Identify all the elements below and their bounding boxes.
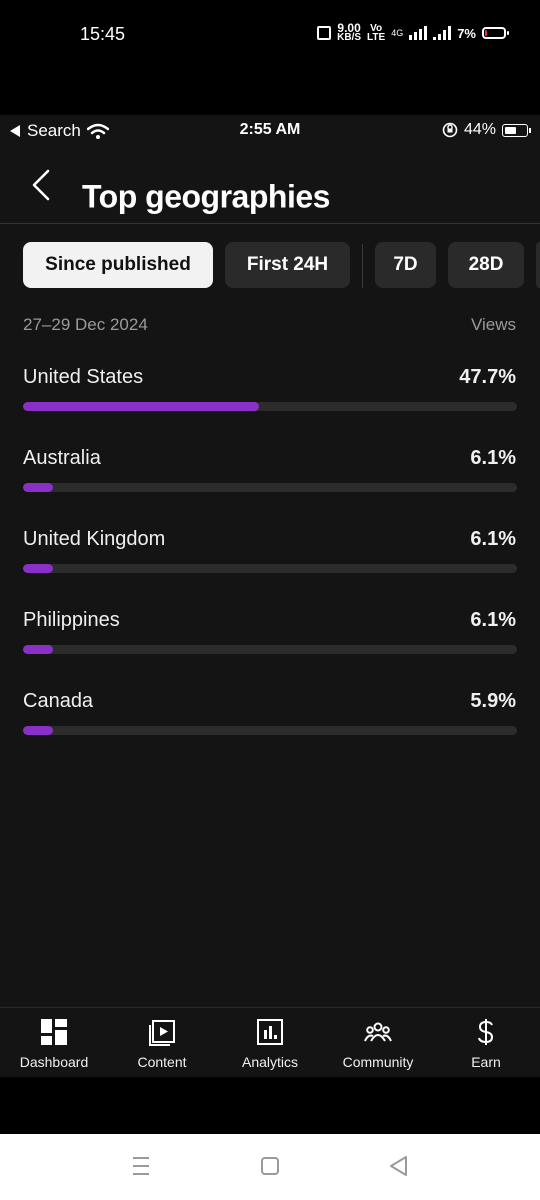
back-button[interactable] <box>28 165 58 205</box>
analytics-icon <box>257 1019 283 1045</box>
list-meta: 27–29 Dec 2024 Views <box>0 304 540 346</box>
page-header: Top geographies <box>0 145 540 224</box>
network-speed: 9.00 KB/S <box>337 22 362 43</box>
nav-earn[interactable]: Earn <box>432 1008 540 1077</box>
tab-divider <box>362 244 363 288</box>
network-speed-unit: KB/S <box>337 32 362 43</box>
country-percent: 6.1% <box>470 609 516 631</box>
country-percent: 5.9% <box>470 690 516 712</box>
country-name: United States <box>23 366 144 388</box>
content-icon <box>149 1020 175 1046</box>
nav-label: Earn <box>471 1054 501 1070</box>
orientation-lock-icon <box>442 122 458 138</box>
country-name: Australia <box>23 447 101 469</box>
system-nav-bar <box>0 1134 540 1200</box>
nav-label: Community <box>342 1054 414 1070</box>
country-name: United Kingdom <box>23 528 166 550</box>
page-title: Top geographies <box>82 178 330 215</box>
nav-label: Content <box>137 1054 187 1070</box>
country-percent: 6.1% <box>470 447 516 469</box>
recent-apps-icon[interactable] <box>131 1154 151 1178</box>
android-battery-percent: 7% <box>457 25 476 41</box>
battery-icon <box>482 27 509 39</box>
geo-row-australia: Australia 6.1% <box>0 427 540 508</box>
android-status-bar: 15:45 9.00 KB/S Vo LTE 4G 7% <box>0 0 540 115</box>
nav-community[interactable]: Community <box>324 1008 432 1077</box>
time-range-tabs: Since published First 24H 7D 28D <box>0 224 540 304</box>
nav-content[interactable]: Content <box>108 1008 216 1077</box>
app-screen: Search 2:55 AM 44% Top geographies Since… <box>0 115 540 1075</box>
percent-track <box>23 402 517 411</box>
geo-row-united-kingdom: United Kingdom 6.1% <box>0 508 540 589</box>
percent-bar <box>23 726 53 735</box>
ios-status-icons: 44% <box>442 121 531 139</box>
signal-icon <box>409 26 428 40</box>
country-name: Canada <box>23 690 94 712</box>
back-nav-icon[interactable] <box>388 1154 410 1178</box>
tab-28d[interactable]: 28D <box>448 242 524 288</box>
nav-analytics[interactable]: Analytics <box>216 1008 324 1077</box>
percent-bar <box>23 402 259 411</box>
percent-bar <box>23 483 54 492</box>
tab-since-published[interactable]: Since published <box>23 242 213 288</box>
geo-row-philippines: Philippines 6.1% <box>0 589 540 670</box>
android-status-icons: 9.00 KB/S Vo LTE 4G 7% <box>317 22 509 43</box>
android-clock: 15:45 <box>80 24 126 44</box>
ios-battery-icon <box>502 123 531 137</box>
country-name: Philippines <box>23 609 120 631</box>
ios-battery-percent: 44% <box>463 121 496 138</box>
ios-status-bar: Search 2:55 AM 44% <box>0 115 540 145</box>
nav-label: Dashboard <box>19 1054 89 1070</box>
geography-list: United States 47.7% Australia 6.1% Unite… <box>0 346 540 751</box>
home-icon[interactable] <box>260 1154 280 1178</box>
signal-icon-2 <box>433 26 452 40</box>
nav-dashboard[interactable]: Dashboard <box>0 1008 108 1077</box>
volte-indicator: Vo LTE <box>367 24 386 43</box>
metric-label: Views <box>470 315 516 334</box>
community-icon <box>364 1022 392 1042</box>
chevron-left-icon <box>32 169 50 201</box>
percent-bar <box>23 564 54 573</box>
tab-overflow[interactable] <box>536 242 540 288</box>
volte-bottom-label: LTE <box>367 32 386 43</box>
network-type-label: 4G <box>391 28 404 38</box>
percent-track <box>23 726 517 735</box>
percent-track <box>23 645 517 654</box>
country-percent: 6.1% <box>470 528 516 550</box>
vibrate-icon <box>317 26 332 40</box>
tab-first-24h[interactable]: First 24H <box>225 242 350 288</box>
earn-icon <box>478 1019 494 1045</box>
nav-label: Analytics <box>241 1054 299 1070</box>
country-percent: 47.7% <box>459 366 516 388</box>
percent-bar <box>23 645 54 654</box>
date-range: 27–29 Dec 2024 <box>23 315 148 334</box>
tab-7d[interactable]: 7D <box>375 242 436 288</box>
percent-track <box>23 564 517 573</box>
dashboard-icon <box>41 1019 67 1045</box>
bottom-nav: Dashboard Content Analytics Community Ea… <box>0 1007 540 1077</box>
geo-row-canada: Canada 5.9% <box>0 670 540 751</box>
geo-row-united-states: United States 47.7% <box>0 346 540 427</box>
percent-track <box>23 483 517 492</box>
